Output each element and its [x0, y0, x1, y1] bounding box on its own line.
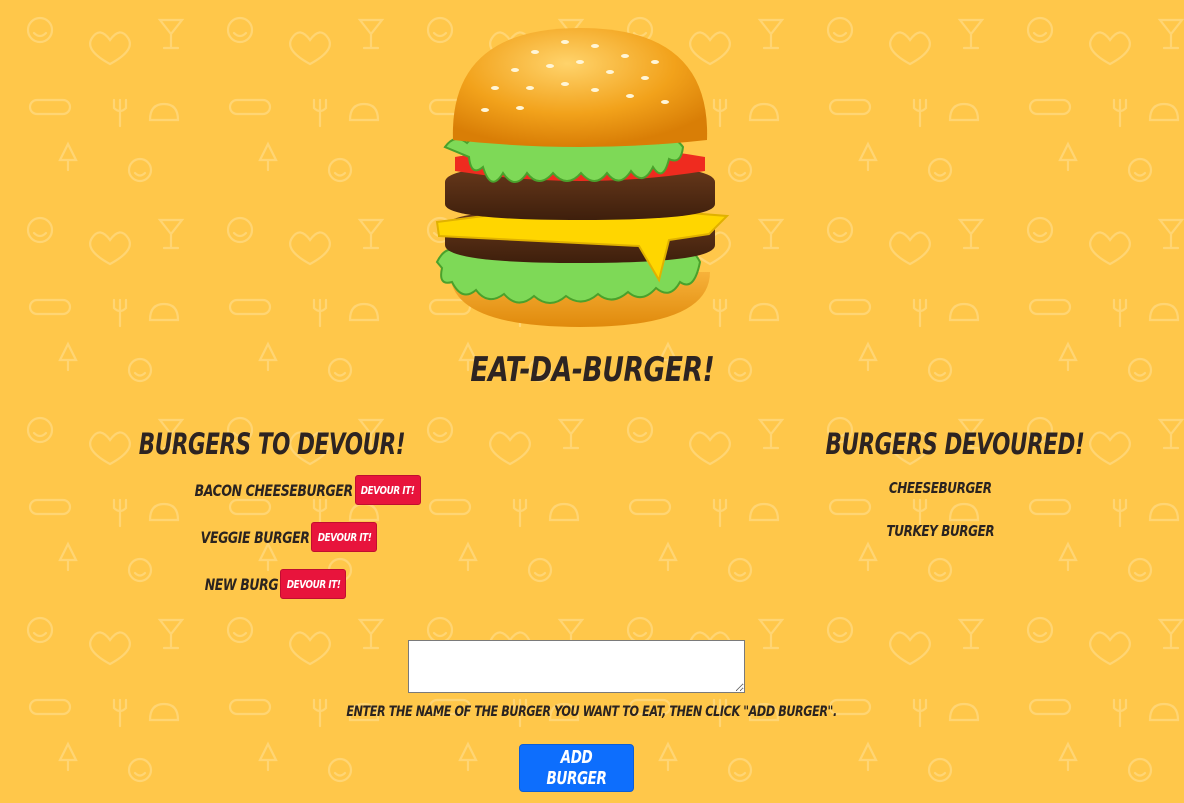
list-item: Veggie Burger Devour It! — [170, 522, 378, 552]
page-title: Eat-Da-Burger! — [470, 350, 714, 390]
form-hint: Enter the name of the burger you want to… — [346, 704, 838, 720]
burger-name: Veggie Burger — [200, 527, 310, 547]
add-burger-button[interactable]: Add Burger — [519, 744, 634, 792]
burger-name-input[interactable] — [408, 640, 745, 693]
to-devour-heading: Burgers To Devour! — [138, 427, 406, 461]
devour-button[interactable]: Devour It! — [311, 522, 378, 552]
devoured-heading: Burgers Devoured! — [825, 427, 1085, 461]
devoured-item: Turkey Burger — [886, 522, 994, 540]
burger-name: Bacon Cheeseburger — [194, 480, 354, 500]
devour-button[interactable]: Devour It! — [280, 569, 347, 599]
burger-name: New Burg — [204, 574, 279, 594]
hamburger-icon — [435, 28, 730, 327]
devoured-item: Cheeseburger — [888, 479, 992, 497]
list-item: New Burg Devour It! — [184, 569, 347, 599]
list-item: Bacon Cheeseburger Devour It! — [150, 475, 421, 505]
devour-button[interactable]: Devour It! — [354, 475, 421, 505]
